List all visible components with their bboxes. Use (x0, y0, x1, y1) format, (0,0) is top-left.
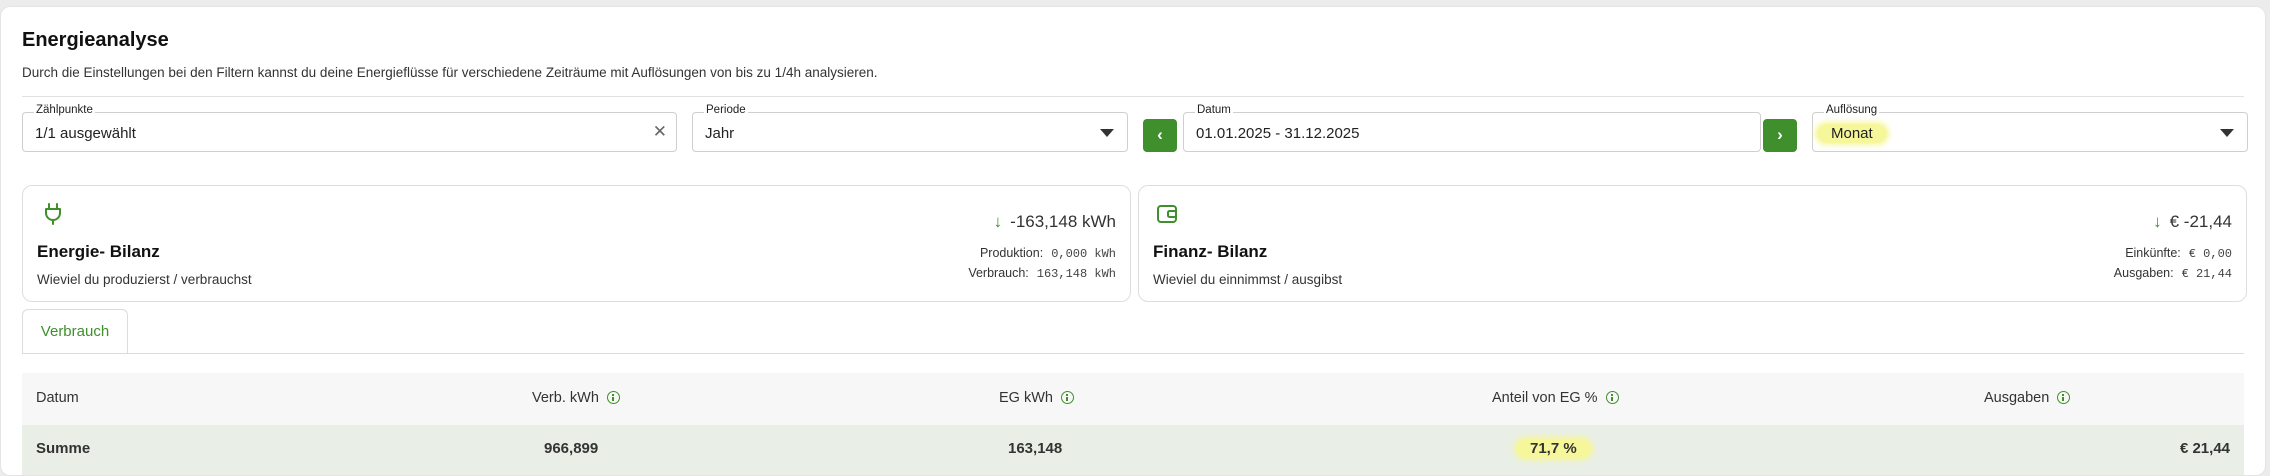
column-header-ausgaben: Ausgaben (1984, 390, 2071, 406)
column-header-anteil-eg: Anteil von EG % (1492, 390, 1619, 406)
energie-bilanz-subtitle: Wieviel du produzierst / verbrauchst (37, 272, 252, 287)
cell-eg-kwh: 163,148 (1008, 440, 1063, 457)
cell-datum: Summe (36, 440, 91, 457)
datum-field[interactable]: Datum 01.01.2025 - 31.12.2025 (1183, 104, 1761, 152)
divider (22, 96, 2244, 97)
tab-divider (22, 353, 2244, 354)
cell-verb-kwh: 966,899 (544, 440, 599, 457)
finanz-bilanz-subtitle: Wieviel du einnimmst / ausgibst (1153, 272, 1343, 287)
zaehlpunkte-value: 1/1 ausgewählt (35, 125, 136, 142)
energie-consumption-row: Verbrauch: 163,148 kWh (968, 266, 1116, 281)
info-icon[interactable] (1605, 391, 1619, 404)
caret-down-icon (1100, 129, 1114, 137)
column-header-eg-kwh: EG kWh (999, 390, 1074, 406)
caret-down-icon (2220, 129, 2234, 137)
info-icon[interactable] (1060, 391, 1074, 404)
periode-select[interactable]: Periode Jahr (692, 104, 1128, 152)
info-icon[interactable] (606, 391, 620, 404)
energie-bilanz-card: Energie- Bilanz Wieviel du produzierst /… (22, 185, 1131, 302)
tab-verbrauch[interactable]: Verbrauch (22, 309, 128, 354)
aufloesung-value: Monat (1817, 124, 1887, 143)
arrow-down-icon: ↓ (993, 212, 1003, 231)
plug-icon (45, 203, 61, 225)
energie-production-row: Produktion: 0,000 kWh (979, 246, 1116, 261)
column-header-verb-kwh: Verb. kWh (532, 390, 620, 406)
energy-analysis-panel: Energieanalyse Durch die Einstellungen b… (0, 6, 2266, 476)
table-header: Datum Verb. kWh EG kWh Anteil von EG % A… (22, 373, 2244, 426)
page-subtitle: Durch die Einstellungen bei den Filtern … (22, 65, 878, 80)
aufloesung-select[interactable]: Auflösung Monat (1812, 104, 2248, 152)
table-row: Summe 966,899 163,148 71,7 % € 21,44 (22, 425, 2244, 475)
periode-value: Jahr (705, 125, 735, 142)
datum-value: 01.01.2025 - 31.12.2025 (1196, 125, 1360, 142)
next-period-button[interactable]: › (1763, 119, 1797, 152)
wallet-icon (1157, 205, 1177, 223)
info-icon[interactable] (2057, 391, 2071, 404)
finanz-bilanz-title: Finanz- Bilanz (1153, 242, 1268, 261)
datum-label: Datum (1195, 104, 1233, 116)
page-title: Energieanalyse (22, 29, 169, 51)
close-icon[interactable]: ✕ (653, 122, 667, 142)
prev-period-button[interactable]: ‹ (1143, 119, 1177, 152)
column-header-datum: Datum (36, 390, 79, 406)
cell-anteil-eg: 71,7 % (1516, 439, 1591, 458)
arrow-down-icon: ↓ (2153, 212, 2162, 231)
cell-ausgaben: € 21,44 (2179, 440, 2230, 457)
zaehlpunkte-select[interactable]: Zählpunkte 1/1 ausgewählt ✕ (22, 104, 677, 152)
zaehlpunkte-label: Zählpunkte (34, 104, 95, 116)
finanz-bilanz-card: Finanz- Bilanz Wieviel du einnimmst / au… (1138, 185, 2247, 302)
aufloesung-label: Auflösung (1824, 104, 1880, 116)
periode-label: Periode (704, 104, 748, 116)
energie-bilanz-title: Energie- Bilanz (37, 242, 160, 261)
energie-bilanz-total: ↓ -163,148 kWh (993, 212, 1116, 231)
finanz-bilanz-total: ↓ € -21,44 (2153, 212, 2232, 231)
finanz-expenses-row: Ausgaben: € 21,44 (2113, 266, 2232, 281)
finanz-income-row: Einkünfte: € 0,00 (2125, 246, 2232, 261)
